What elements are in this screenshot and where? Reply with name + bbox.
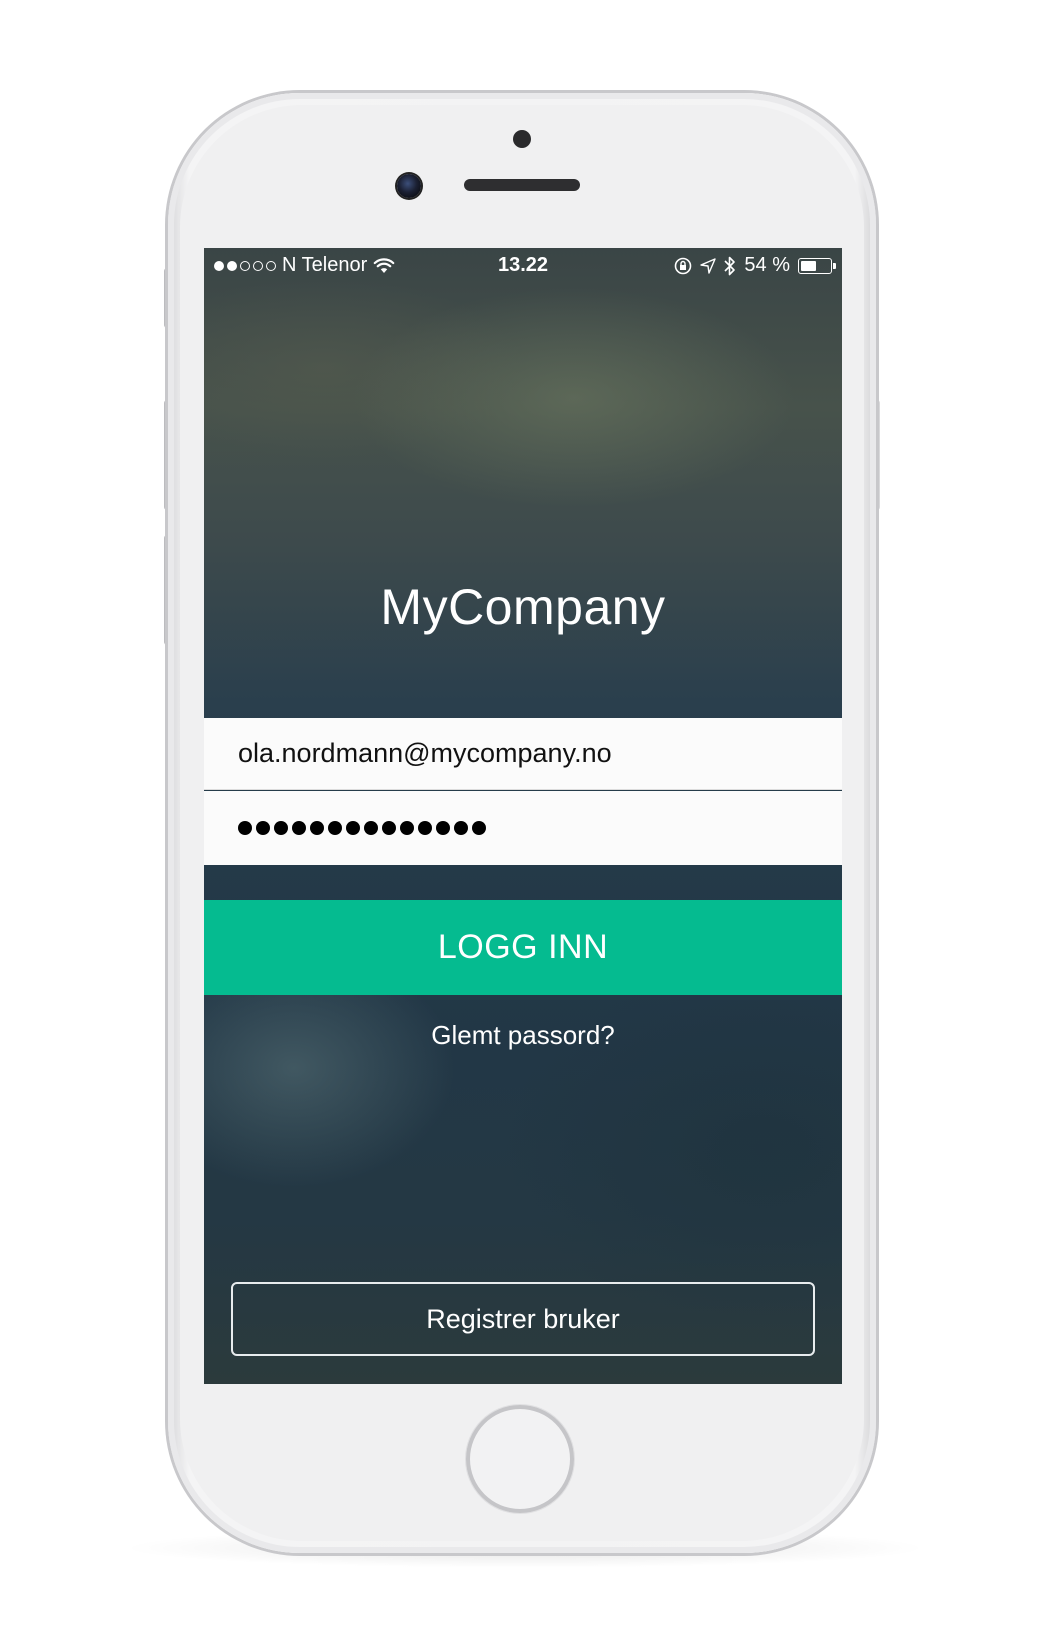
- app-screen: N Telenor 13.22 54 % MyCompany ola.nordm…: [204, 248, 842, 1384]
- password-dot: [238, 821, 252, 835]
- front-camera: [397, 174, 421, 198]
- home-button[interactable]: [466, 1405, 574, 1513]
- email-field[interactable]: ola.nordmann@mycompany.no: [204, 718, 842, 790]
- status-bar: N Telenor 13.22 54 %: [204, 248, 842, 282]
- login-button[interactable]: LOGG INN: [204, 900, 842, 995]
- password-dot: [454, 821, 468, 835]
- password-dot: [364, 821, 378, 835]
- password-dot: [274, 821, 288, 835]
- rotation-lock-icon: [675, 257, 692, 274]
- login-button-label: LOGG INN: [437, 928, 609, 966]
- password-mask: [238, 821, 486, 835]
- password-dot: [400, 821, 414, 835]
- battery-percent: 54 %: [744, 254, 790, 276]
- battery-icon: [798, 257, 836, 274]
- register-button[interactable]: Registrer bruker: [231, 1282, 815, 1356]
- proximity-sensor: [513, 130, 531, 148]
- status-right: 54 %: [674, 254, 836, 277]
- password-dot: [436, 821, 450, 835]
- password-dot: [256, 821, 270, 835]
- earpiece-speaker: [464, 179, 580, 191]
- password-dot: [472, 821, 486, 835]
- app-title: MyCompany: [380, 579, 666, 635]
- register-button-label: Registrer bruker: [426, 1303, 620, 1334]
- password-field[interactable]: [204, 791, 842, 865]
- password-dot: [310, 821, 324, 835]
- password-dot: [292, 821, 306, 835]
- email-value: ola.nordmann@mycompany.no: [238, 738, 612, 768]
- password-dot: [328, 821, 342, 835]
- password-dot: [382, 821, 396, 835]
- password-dot: [418, 821, 432, 835]
- device-mockup: N Telenor 13.22 54 % MyCompany ola.nordm…: [0, 0, 1051, 1644]
- battery-level-fill: [801, 260, 816, 271]
- location-icon: [700, 257, 717, 274]
- forgot-password-link[interactable]: Glemt passord?: [204, 1020, 842, 1051]
- bluetooth-icon: [724, 256, 736, 275]
- password-dot: [346, 821, 360, 835]
